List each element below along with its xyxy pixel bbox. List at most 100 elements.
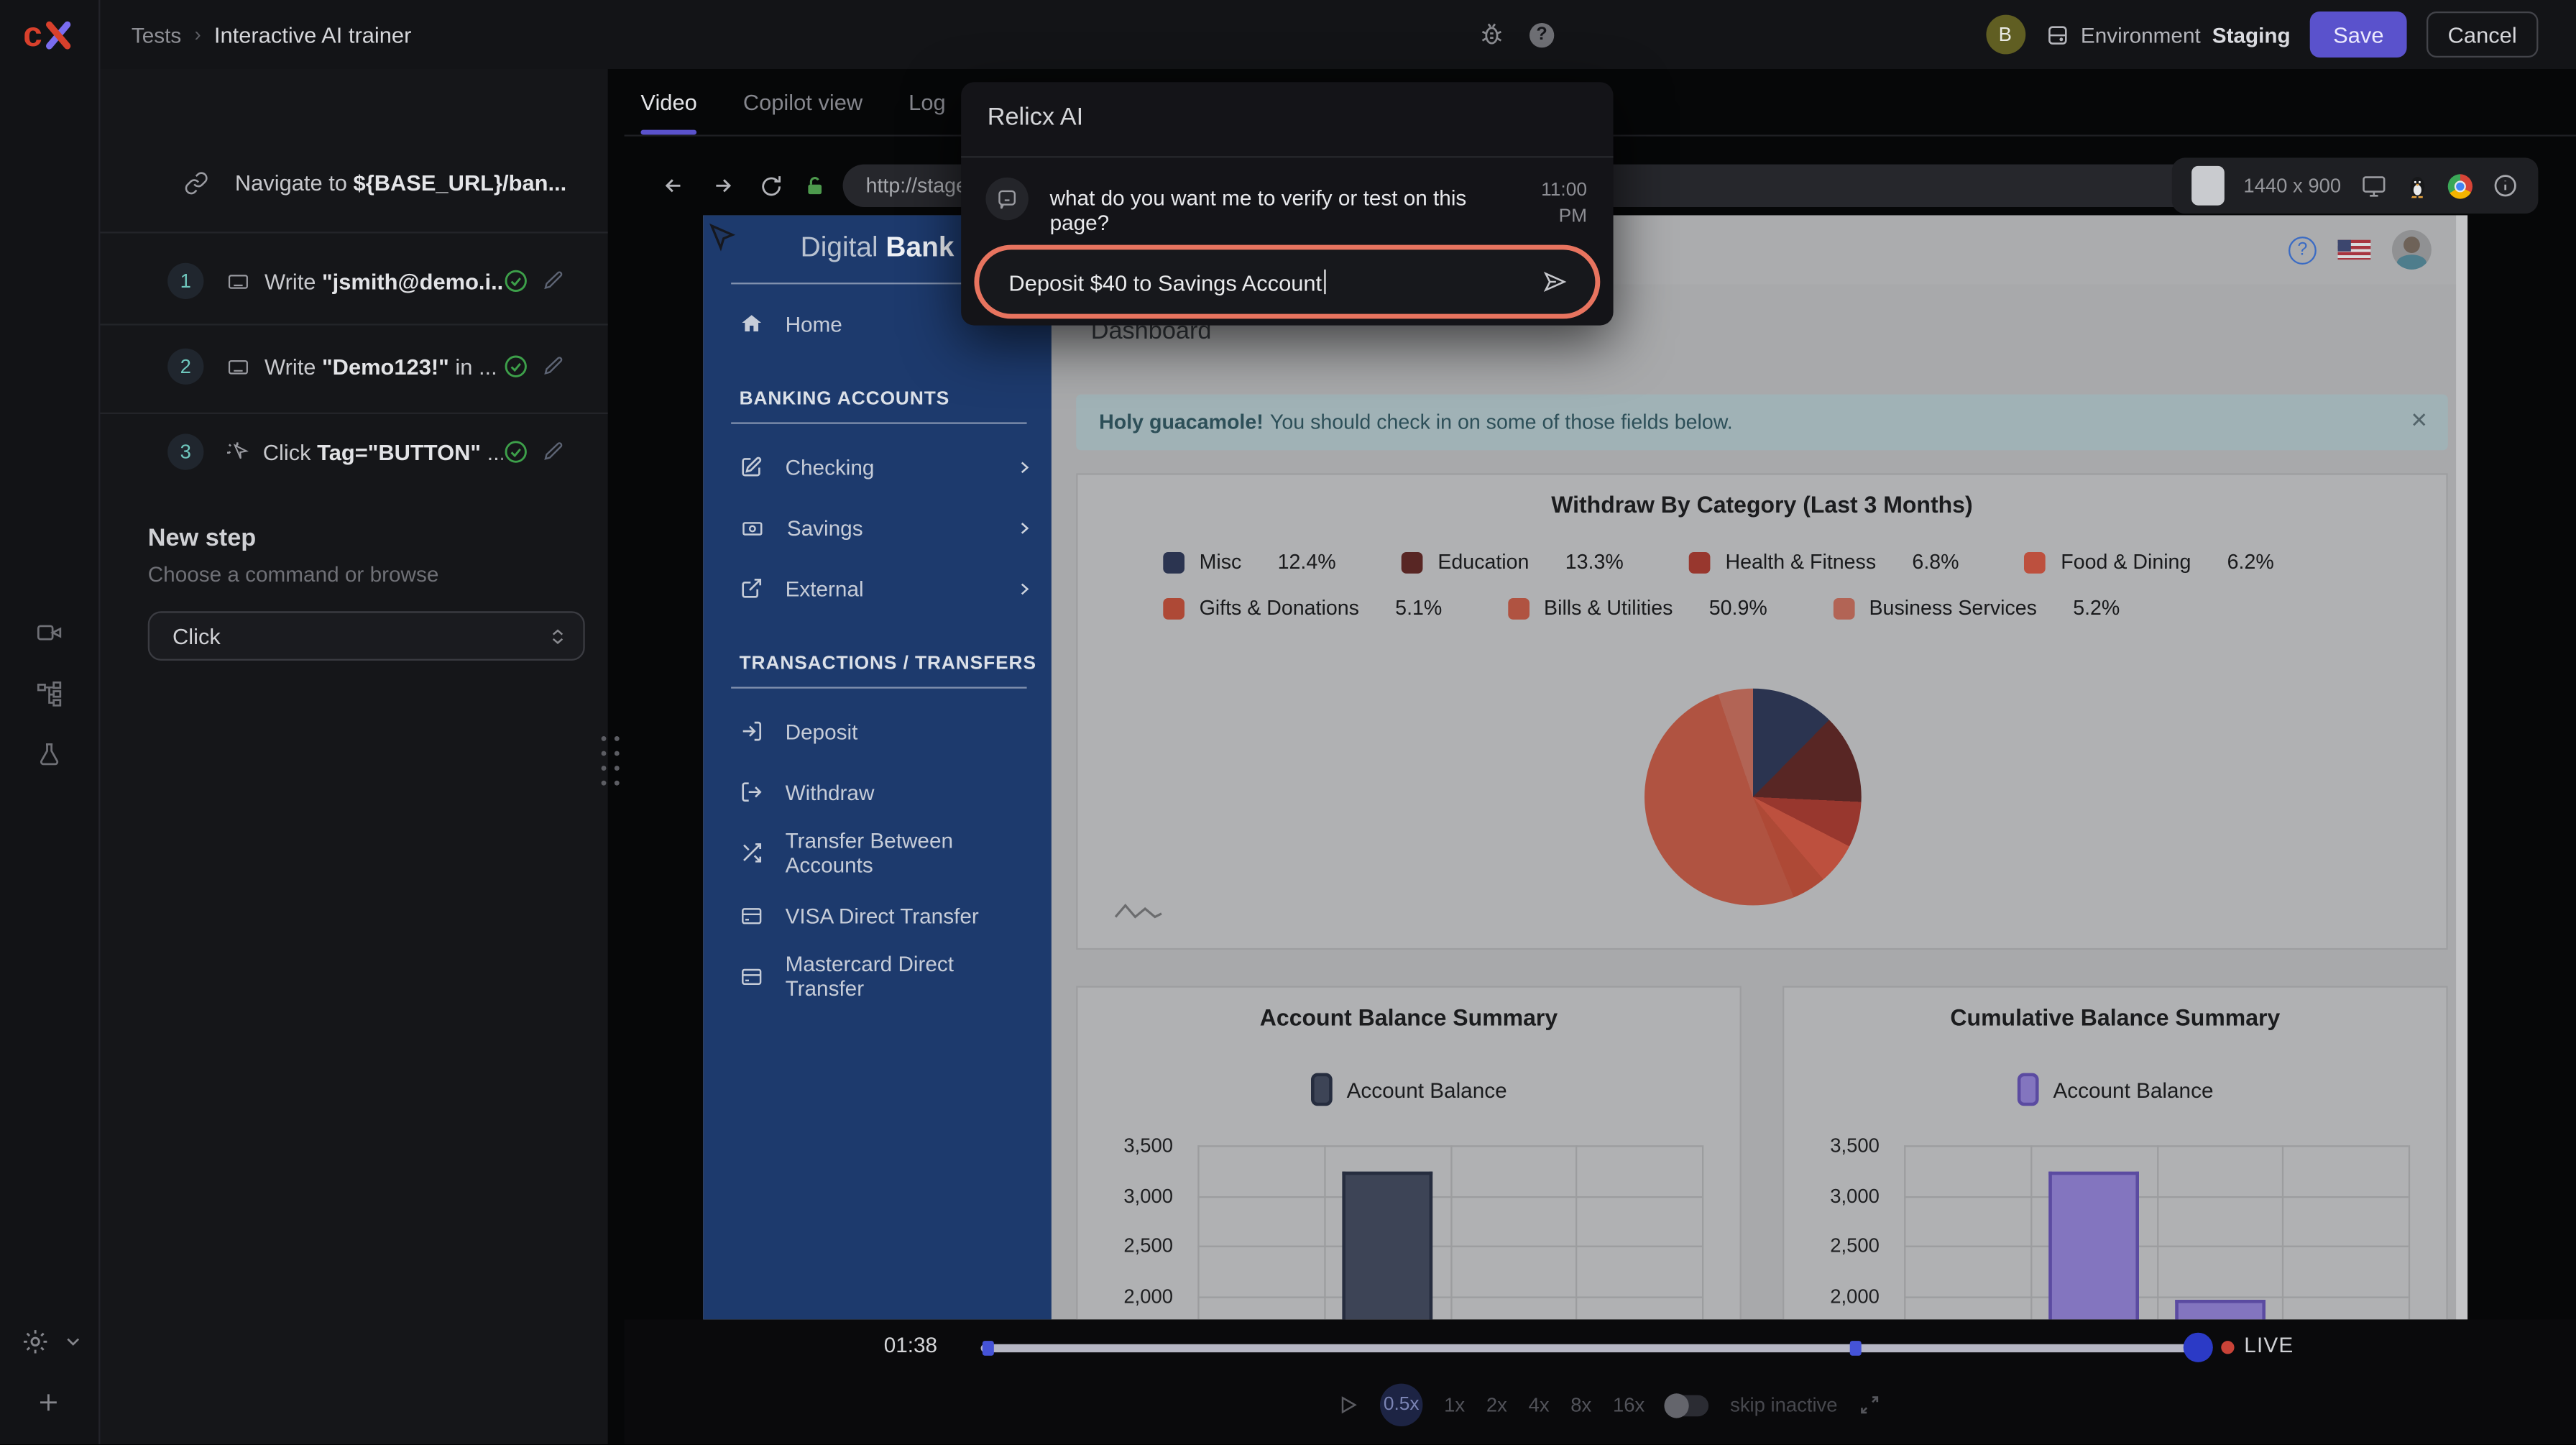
- skip-inactive-label: skip inactive: [1730, 1393, 1837, 1416]
- chrome-browser-icon: [2448, 173, 2472, 198]
- legend-swatch: [1689, 551, 1711, 573]
- cancel-button[interactable]: Cancel: [2426, 12, 2539, 58]
- fullscreen-icon[interactable]: [1859, 1393, 1882, 1416]
- bar-plot: [1197, 1145, 1702, 1319]
- relicx-ai-dialog: Relicx AI what do you want me to verify …: [961, 82, 1613, 325]
- legend-item: Health & Fitness6.8%: [1689, 551, 1959, 574]
- bank-nav-savings[interactable]: Savings: [740, 510, 1032, 546]
- alert-banner: Holy guacamole! You should check in on s…: [1076, 395, 2448, 451]
- topbar: Tests › Interactive AI trainer ? B Envir…: [98, 0, 2576, 69]
- info-icon[interactable]: [2492, 173, 2518, 199]
- bank-nav-visa-transfer[interactable]: VISA Direct Transfer: [740, 897, 1032, 933]
- speed-8x-button[interactable]: 8x: [1570, 1393, 1591, 1416]
- bank-nav-withdraw[interactable]: Withdraw: [740, 774, 1032, 810]
- timeline-marker[interactable]: [1850, 1341, 1862, 1356]
- user-avatar[interactable]: B: [1985, 15, 2025, 55]
- speed-1x-button[interactable]: 1x: [1444, 1393, 1465, 1416]
- assistant-message: what do you want me to verify or test on…: [1050, 185, 1527, 235]
- tab-copilot-view[interactable]: Copilot view: [743, 69, 862, 134]
- speed-2x-button[interactable]: 2x: [1486, 1393, 1507, 1416]
- bar-chart-title: Account Balance Summary: [1077, 1004, 1739, 1031]
- bank-user-avatar[interactable]: [2392, 230, 2432, 270]
- timeline-marker[interactable]: [983, 1341, 994, 1356]
- step-navigate[interactable]: Navigate to ${BASE_URL}/ban...: [98, 157, 608, 207]
- timeline-knob[interactable]: [2184, 1333, 2213, 1362]
- text-caret: [1323, 269, 1325, 293]
- step-number: 2: [167, 349, 203, 385]
- credit-card-icon: [740, 904, 764, 926]
- legend-item: Business Services5.2%: [1833, 597, 2120, 620]
- video-camera-icon[interactable]: [34, 620, 64, 646]
- skip-inactive-toggle[interactable]: [1666, 1394, 1708, 1416]
- tab-log[interactable]: Log: [908, 69, 946, 134]
- step-row-3[interactable]: 3 Click Tag="BUTTON" ...: [98, 427, 608, 477]
- us-flag-icon[interactable]: [2338, 240, 2371, 260]
- command-select[interactable]: Click: [148, 611, 585, 661]
- bar-legend: Account Balance: [1077, 1073, 1739, 1106]
- cx-logo[interactable]: c: [24, 15, 74, 55]
- speed-16x-button[interactable]: 16x: [1613, 1393, 1644, 1416]
- back-icon[interactable]: [661, 174, 687, 197]
- edit-step-icon[interactable]: [542, 355, 565, 378]
- tab-video[interactable]: Video: [640, 69, 696, 134]
- app-window: c Tests › Int: [0, 0, 2576, 1445]
- help-icon[interactable]: ?: [1530, 22, 1554, 47]
- timeline-track[interactable]: [981, 1344, 2210, 1352]
- step-navigate-label: Navigate to ${BASE_URL}/ban...: [235, 170, 566, 195]
- ssl-padlock-icon[interactable]: [804, 173, 827, 198]
- edit-step-icon[interactable]: [542, 441, 565, 464]
- environment-value[interactable]: Staging: [2212, 22, 2291, 47]
- add-icon[interactable]: [36, 1390, 60, 1415]
- bank-nav-transfer[interactable]: Transfer Between Accounts: [740, 835, 1032, 871]
- page-scrollbar[interactable]: [2456, 215, 2467, 1319]
- link-icon: [184, 170, 208, 195]
- live-dot-icon: [2221, 1341, 2234, 1354]
- bank-content: ? Dashboard Holy guacamole! You should c…: [1052, 215, 2467, 1319]
- step-label: Write "jsmith@demo.i...: [264, 269, 502, 293]
- flow-tree-icon[interactable]: [34, 680, 64, 707]
- legend-item: Gifts & Donations5.1%: [1163, 597, 1442, 620]
- play-icon[interactable]: [1338, 1393, 1359, 1416]
- chevron-right-icon: [1017, 458, 1032, 476]
- edit-step-icon[interactable]: [542, 270, 565, 293]
- bar-plot: [1904, 1145, 2409, 1319]
- sign-in-icon: [740, 720, 764, 743]
- bar: [2174, 1300, 2265, 1320]
- step-label: Write "Demo123!" in ...: [264, 354, 497, 379]
- prompt-input[interactable]: Deposit $40 to Savings Account: [974, 245, 1600, 319]
- browser-action-button[interactable]: [2191, 166, 2224, 206]
- speed-4x-button[interactable]: 4x: [1529, 1393, 1550, 1416]
- bar-chart-title: Cumulative Balance Summary: [1784, 1004, 2446, 1031]
- left-icon-rail: c: [0, 0, 100, 1445]
- settings-gear-icon[interactable]: [22, 1328, 50, 1356]
- playback-controls: 0.5x 1x 2x 4x 8x 16x skip inactive: [1338, 1382, 1882, 1428]
- speed-0-5x-button[interactable]: 0.5x: [1380, 1384, 1422, 1426]
- flask-icon[interactable]: [34, 741, 64, 768]
- recorded-cursor-icon: [707, 222, 737, 253]
- monitor-icon[interactable]: [2361, 173, 2388, 198]
- click-cursor-icon: [225, 439, 249, 464]
- legend-item: Education13.3%: [1402, 551, 1624, 574]
- bar: [1342, 1173, 1432, 1320]
- step-row-2[interactable]: 2 Write "Demo123!" in ...: [98, 341, 608, 391]
- panel-resize-handle[interactable]: [602, 736, 621, 786]
- breadcrumb-current: Interactive AI trainer: [214, 22, 411, 47]
- video-viewport[interactable]: Digital Bank Home BANKING ACCOUNTS Check…: [703, 215, 2467, 1319]
- bank-nav-deposit[interactable]: Deposit: [740, 713, 1032, 749]
- alert-close-icon[interactable]: ✕: [2410, 408, 2428, 434]
- bug-report-icon[interactable]: [1478, 22, 1505, 48]
- legend-swatch: [1163, 551, 1184, 573]
- step-success-icon: [502, 353, 529, 380]
- bank-help-icon[interactable]: ?: [2288, 236, 2317, 264]
- reload-icon[interactable]: [759, 173, 783, 198]
- save-button[interactable]: Save: [2310, 12, 2406, 58]
- bank-nav-mastercard-transfer[interactable]: Mastercard Direct Transfer: [740, 958, 1032, 994]
- forward-icon[interactable]: [709, 174, 736, 197]
- chevron-down-icon[interactable]: [63, 1331, 84, 1352]
- bank-nav-checking[interactable]: Checking: [740, 449, 1032, 485]
- bank-nav-external[interactable]: External: [740, 570, 1032, 606]
- send-icon[interactable]: [1541, 270, 1569, 294]
- step-row-1[interactable]: 1 Write "jsmith@demo.i...: [98, 257, 608, 306]
- test-steps-panel: Navigate to ${BASE_URL}/ban... 1 Write "…: [98, 69, 608, 1445]
- breadcrumb-tests-link[interactable]: Tests: [132, 22, 181, 47]
